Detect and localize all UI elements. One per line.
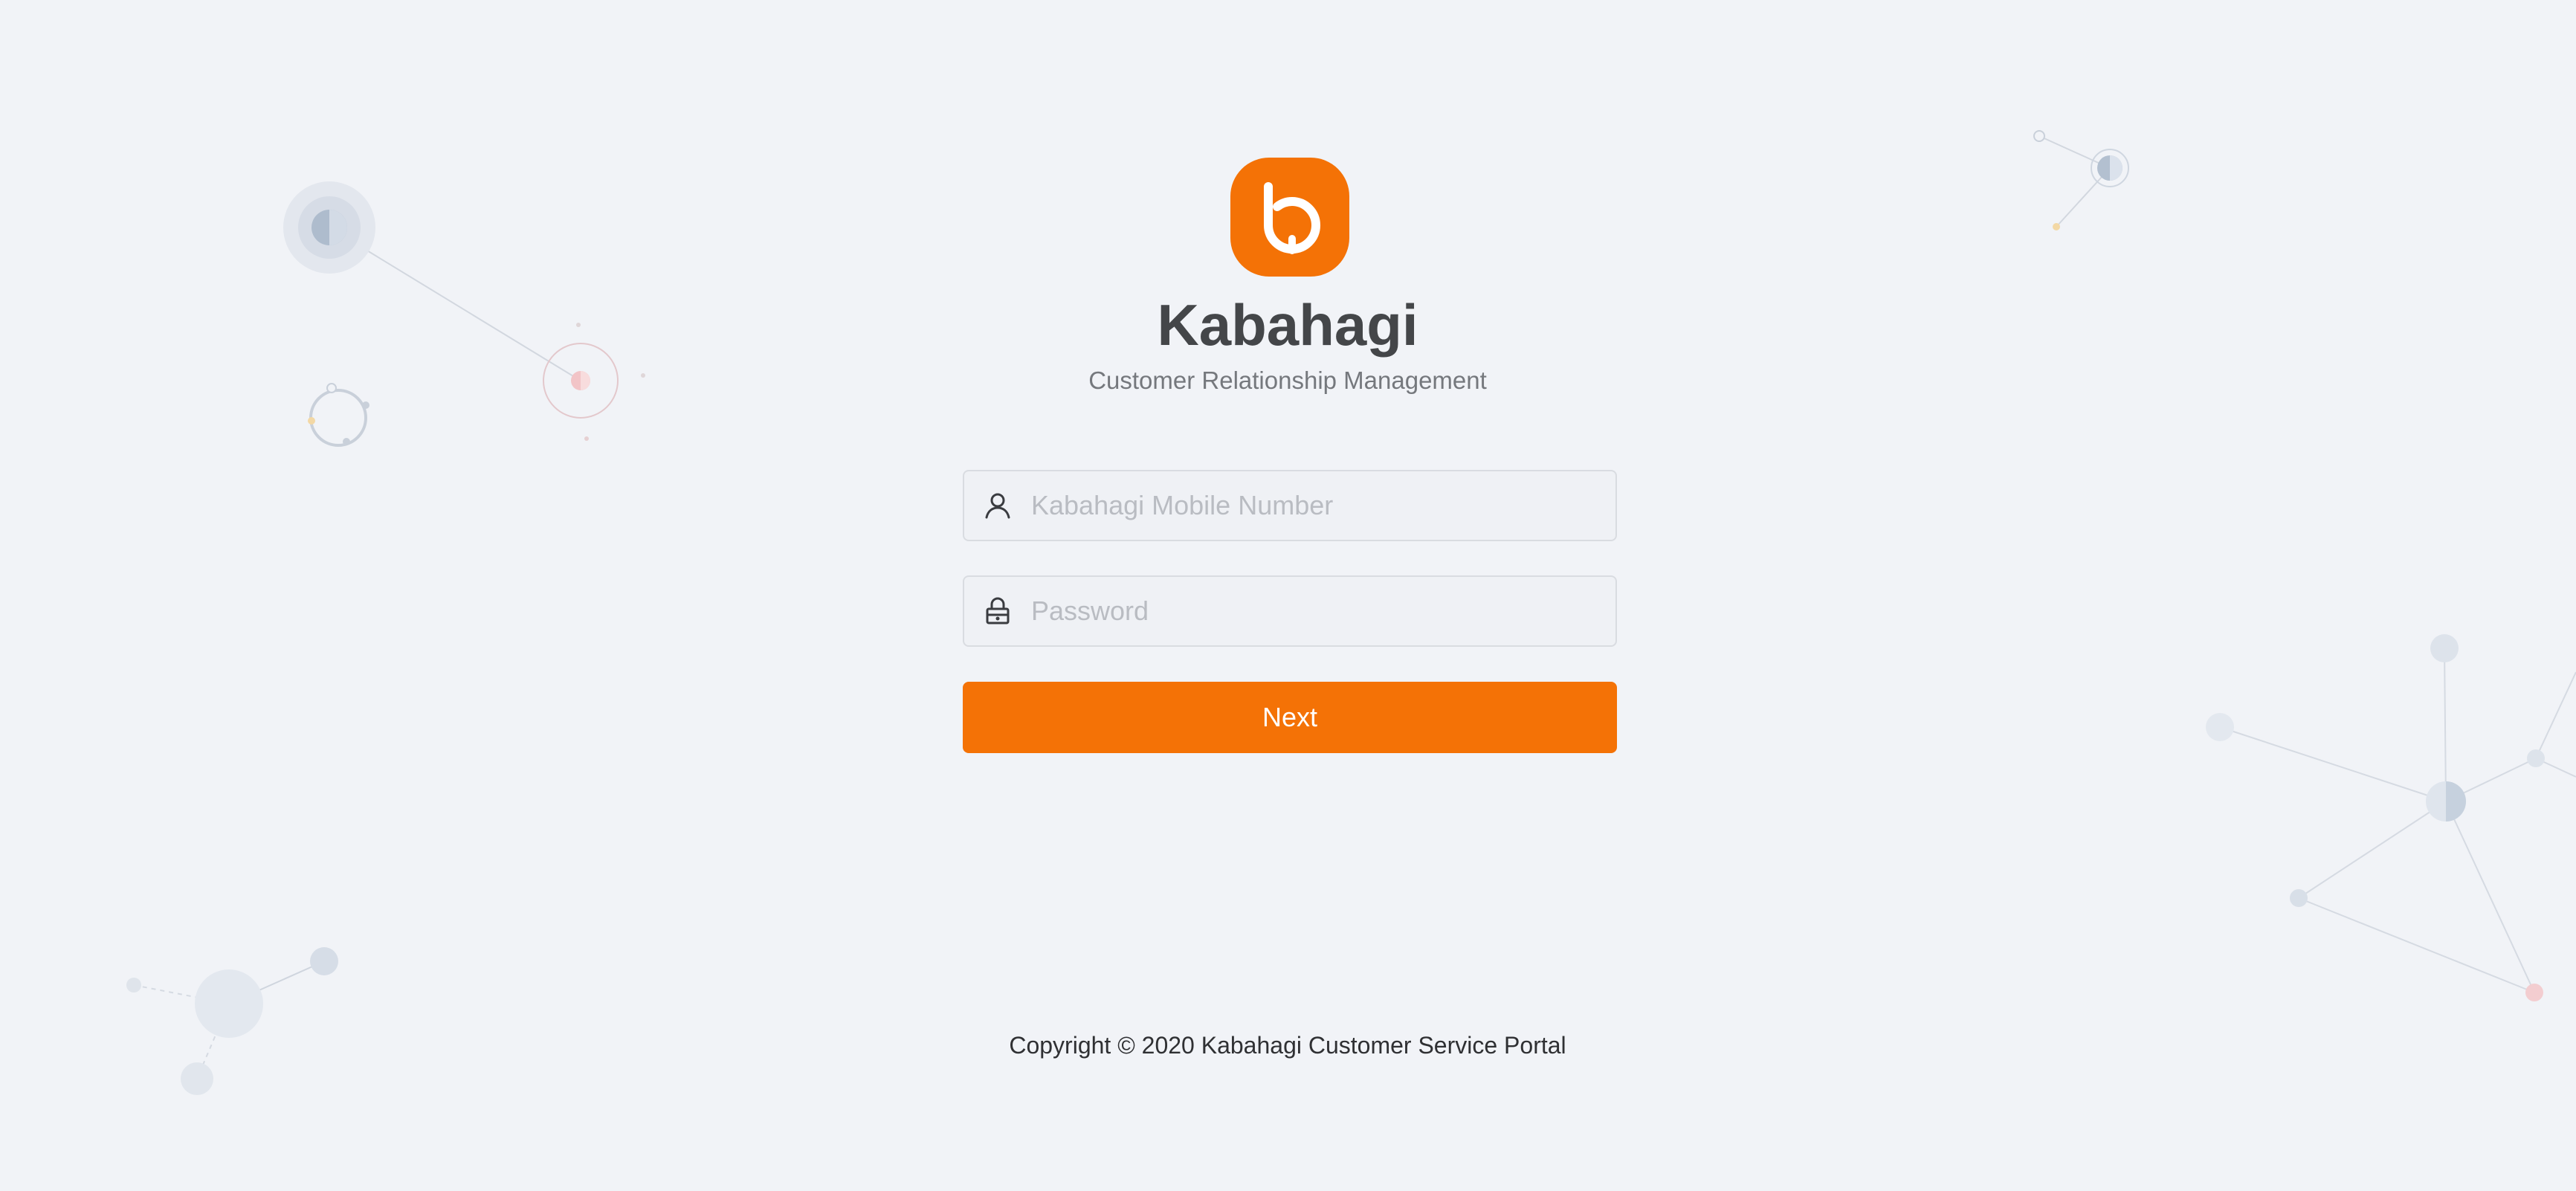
kabahagi-logo: [1230, 158, 1349, 277]
password-input[interactable]: [1031, 581, 1615, 641]
copyright-text: Copyright © 2020 Kabahagi Customer Servi…: [1009, 1032, 1566, 1059]
lock-icon: [964, 577, 1031, 645]
brand-subtitle: Customer Relationship Management: [1088, 367, 1487, 394]
kabahagi-b-logo-icon: [1264, 182, 1320, 254]
brand-title: Kabahagi: [1157, 292, 1418, 358]
network-node-top-right: [2033, 130, 2129, 230]
password-field[interactable]: [963, 575, 1617, 647]
mobile-number-input[interactable]: [1031, 476, 1615, 535]
mobile-number-field[interactable]: [963, 470, 1617, 541]
user-icon: [964, 471, 1031, 540]
network-node-right: [2206, 634, 2576, 1001]
network-node-bottom-left: [126, 947, 338, 1095]
next-button[interactable]: Next: [963, 682, 1617, 753]
network-node-top-left: [283, 181, 645, 447]
